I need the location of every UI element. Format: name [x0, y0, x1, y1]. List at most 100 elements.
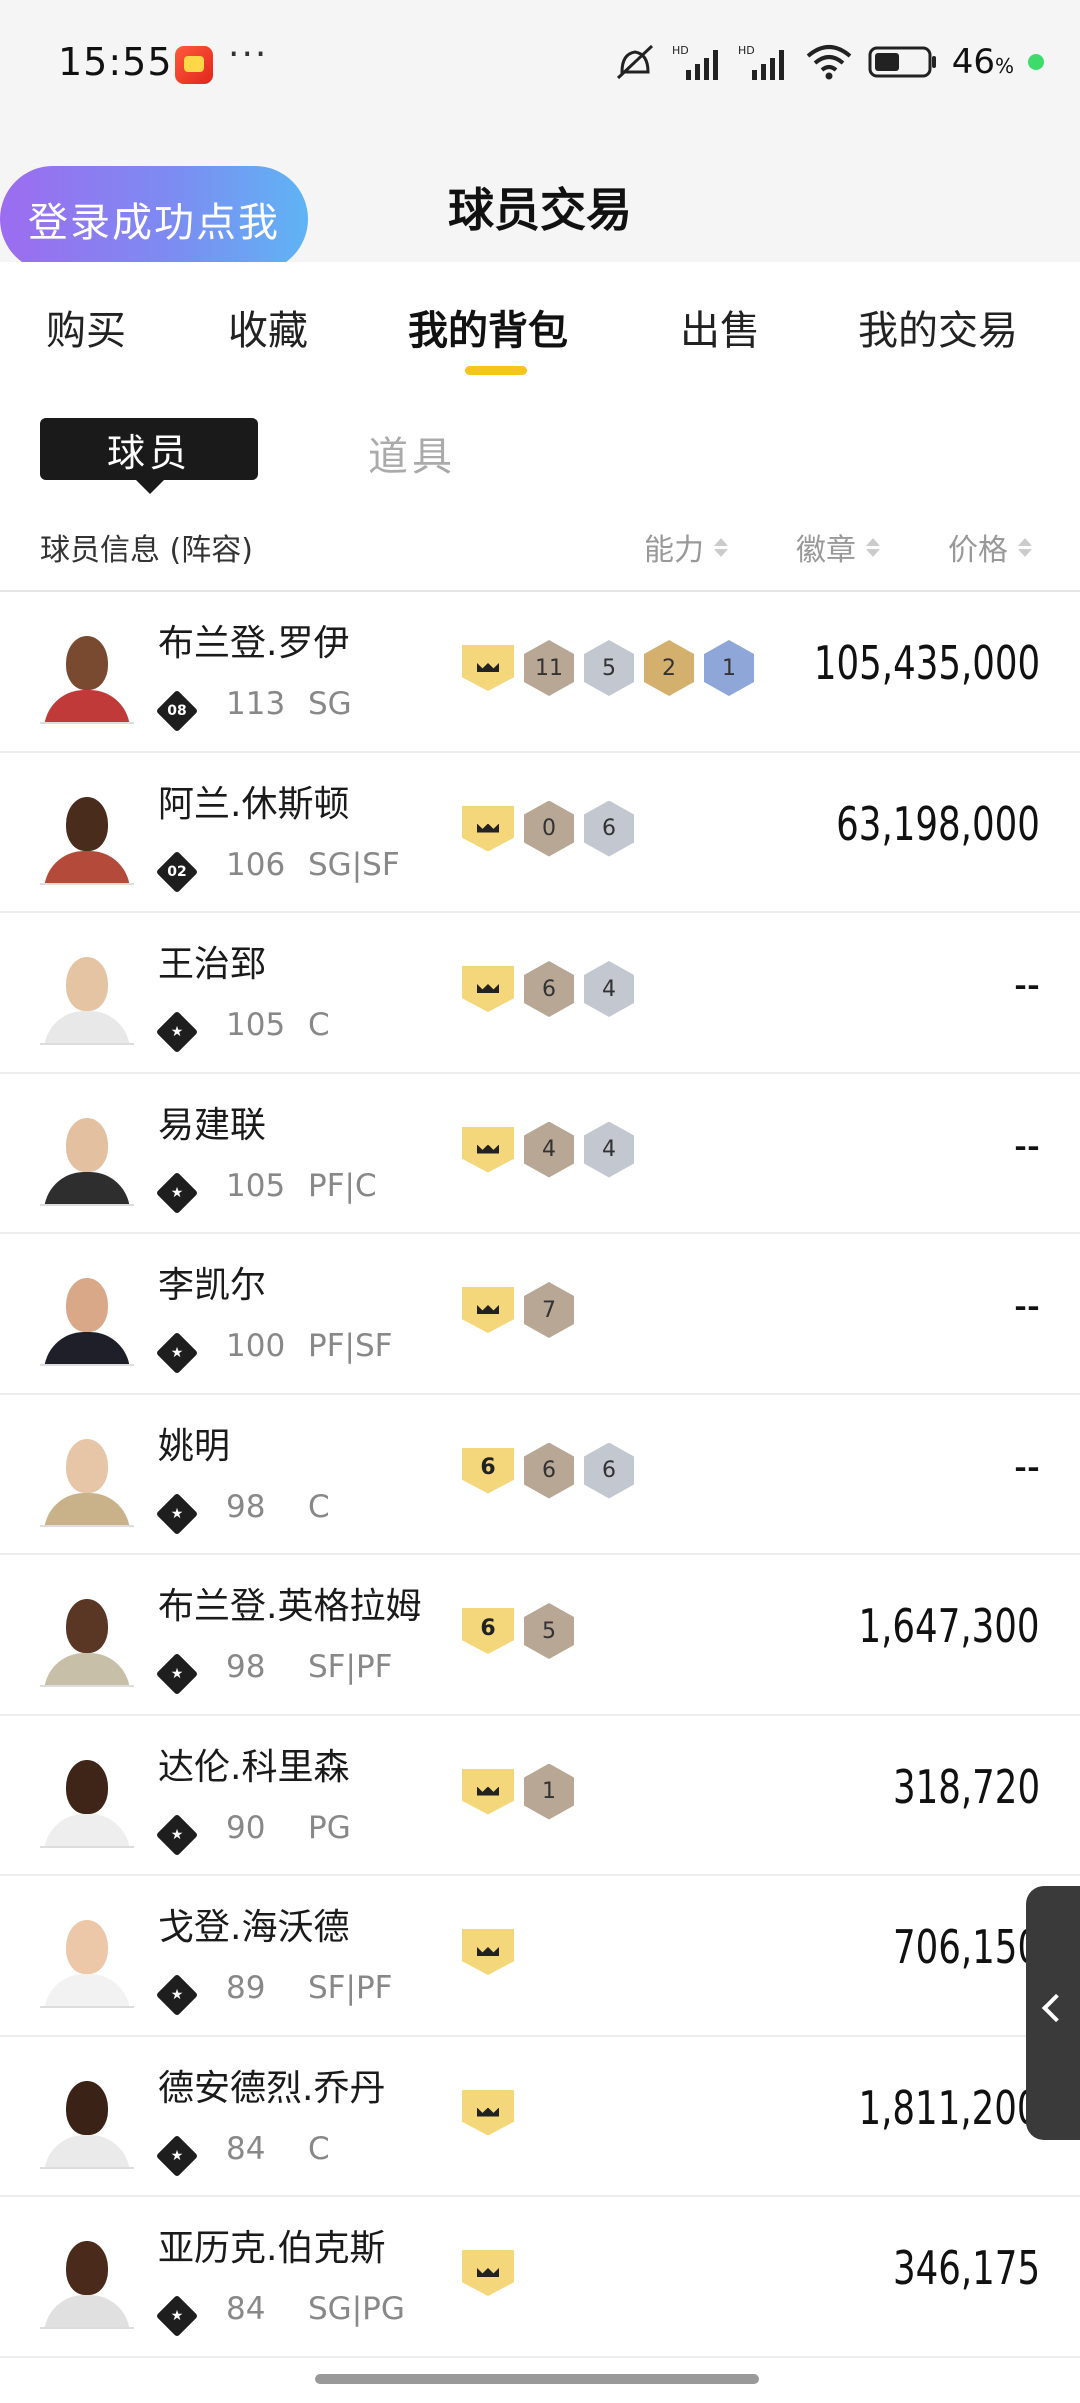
crown-glyph-icon	[477, 979, 499, 993]
player-price: --	[1014, 957, 1040, 1011]
player-avatar	[40, 1748, 134, 1848]
crown-glyph-icon	[477, 2103, 499, 2117]
tab-my-backpack[interactable]: 我的背包	[408, 298, 568, 356]
player-price: 1,647,300	[858, 1599, 1040, 1653]
player-row[interactable]: 布兰登.罗伊 08 113 SG 11 5 2 1 105,435,000	[0, 592, 1080, 753]
player-rating: 105	[226, 1007, 286, 1043]
player-row[interactable]: 亚历克.伯克斯 ★ 84 SG|PG 346,175	[0, 2197, 1080, 2358]
tier-star: ★	[170, 1505, 184, 1522]
header: 球员交易 登录成功点我	[0, 130, 1080, 272]
badge-group: 7	[462, 1282, 574, 1338]
player-position: C	[308, 1488, 330, 1525]
badge-count-icon: 6	[584, 800, 634, 857]
player-rating: 98	[226, 1488, 266, 1525]
tab-favorites[interactable]: 收藏	[228, 298, 308, 356]
login-success-button[interactable]: 登录成功点我	[0, 166, 308, 272]
crown-glyph-icon	[477, 1782, 499, 1796]
crown-icon: 6	[462, 1447, 514, 1494]
badge-count-icon: 4	[524, 1121, 574, 1178]
tier-diamond-icon: ★	[155, 1171, 199, 1214]
tier-star: ★	[170, 1345, 184, 1361]
player-name: 布兰登.罗伊	[158, 623, 350, 664]
player-name: 亚历克.伯克斯	[158, 2228, 386, 2269]
status-icons: HD HD 46%	[612, 40, 1044, 84]
badge-group: 1	[462, 1763, 574, 1820]
player-row[interactable]: 德安德烈.乔丹 ★ 84 C 1,811,200	[0, 2037, 1080, 2197]
sort-arrows-icon	[714, 537, 728, 557]
status-time: 15:55	[58, 40, 173, 84]
badge-count-icon: 0	[524, 800, 574, 857]
player-position: SF|PF	[308, 1649, 393, 1685]
badge-group: 64	[462, 961, 634, 1017]
status-bar: 15:55 ··· HD HD 46%	[0, 0, 1080, 130]
sort-badge[interactable]: 徽章	[796, 525, 880, 569]
crown-glyph-icon	[477, 1300, 499, 1314]
tier-star: ★	[170, 1826, 184, 1843]
sort-price-label: 价格	[948, 533, 1008, 568]
tab-sell[interactable]: 出售	[680, 298, 760, 356]
player-avatar	[40, 1266, 134, 1366]
sort-badge-label: 徽章	[796, 533, 856, 568]
player-row[interactable]: 戈登.海沃德 ★ 89 SF|PF 706,150	[0, 1876, 1080, 2037]
player-row[interactable]: 达伦.科里森 ★ 90 PG 1 318,720	[0, 1716, 1080, 1876]
badge-group	[462, 2085, 514, 2141]
tier-diamond-icon: ★	[155, 1331, 199, 1375]
player-name: 达伦.科里森	[158, 1746, 350, 1788]
player-row[interactable]: 姚明 ★ 98 C 6 66 --	[0, 1395, 1080, 1555]
tier-star: ★	[170, 2147, 184, 2164]
badge-group: 6 5	[462, 1603, 574, 1659]
player-row[interactable]: 布兰登.英格拉姆 ★ 98 SF|PF 6 5 1,647,300	[0, 1555, 1080, 1716]
more-notifications-icon: ···	[228, 34, 269, 75]
crown-glyph-icon	[477, 658, 499, 672]
player-rating: 113	[226, 686, 286, 722]
player-position: C	[308, 1007, 330, 1043]
badge-count-icon: 6	[524, 1442, 574, 1499]
player-rating: 90	[226, 1809, 266, 1846]
player-position: SG	[308, 686, 352, 722]
signal-hd-icon-2: HD	[738, 42, 790, 82]
tier-star: ★	[170, 1184, 184, 1201]
side-drawer-handle[interactable]	[1026, 1886, 1080, 2140]
player-row[interactable]: 阿兰.休斯顿 02 106 SG|SF 06 63,198,000	[0, 753, 1080, 913]
player-price: --	[1014, 1438, 1040, 1493]
crown-level: 6	[480, 1455, 496, 1480]
player-price: 706,150	[892, 1920, 1040, 1974]
subtab-players[interactable]: 球员	[40, 418, 258, 494]
crown-icon	[462, 1126, 514, 1173]
player-list: 布兰登.罗伊 08 113 SG 11 5 2 1 105,435,000 阿兰.休斯…	[0, 592, 1080, 2358]
sort-arrows-icon	[866, 537, 880, 557]
player-avatar	[40, 1587, 134, 1687]
crown-icon: 6	[462, 1608, 514, 1654]
badge-group	[462, 1924, 514, 1980]
player-row[interactable]: 王治郅 ★ 105 C 64 --	[0, 913, 1080, 1074]
crown-icon	[462, 645, 514, 691]
home-indicator[interactable]	[315, 2374, 759, 2384]
crown-icon	[462, 1768, 514, 1815]
player-row[interactable]: 李凯尔 ★ 100 PF|SF 7 --	[0, 1234, 1080, 1395]
player-position: PF|SF	[308, 1328, 393, 1364]
tier-number: 02	[167, 863, 187, 880]
player-position: SG|PG	[308, 2291, 405, 2327]
badge-group: 11 5 2 1	[462, 640, 754, 696]
player-name: 戈登.海沃德	[158, 1907, 350, 1948]
tab-buy[interactable]: 购买	[46, 298, 126, 356]
svg-text:HD: HD	[738, 44, 755, 57]
player-rating: 89	[226, 1970, 266, 2006]
badge-count-icon: 1	[704, 640, 754, 696]
svg-text:HD: HD	[672, 44, 689, 57]
wifi-icon	[804, 42, 854, 82]
subtab-items[interactable]: 道具	[368, 424, 456, 482]
player-name: 易建联	[158, 1104, 267, 1146]
crown-icon	[462, 1287, 514, 1333]
sort-price[interactable]: 价格	[948, 525, 1032, 569]
privacy-indicator-icon	[1028, 54, 1044, 70]
player-row[interactable]: 易建联 ★ 105 PF|C 44 --	[0, 1074, 1080, 1234]
tab-my-trades[interactable]: 我的交易	[858, 298, 1018, 356]
player-rating: 106	[226, 846, 286, 883]
player-price: --	[1014, 1117, 1040, 1172]
signal-hd-icon: HD	[672, 42, 724, 82]
app-notification-icon	[175, 46, 213, 84]
tier-number: 08	[167, 703, 187, 719]
sort-ability[interactable]: 能力	[644, 525, 728, 569]
tier-diamond-icon: 02	[155, 850, 199, 893]
